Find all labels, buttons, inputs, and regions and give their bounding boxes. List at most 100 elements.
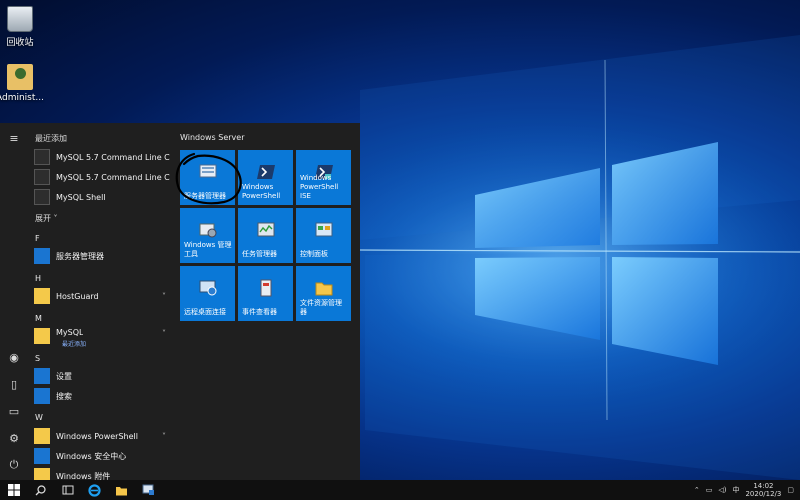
mysql-shell-icon <box>34 189 50 205</box>
list-item-mysql-shell[interactable]: MySQL Shell <box>34 188 170 206</box>
list-item-mysql[interactable]: MySQL 最近添加 ˅ <box>34 326 170 348</box>
chevron-down-icon: ˅ <box>162 431 166 441</box>
mysql-console-icon <box>34 169 50 185</box>
clock-date: 2020/12/3 <box>745 490 782 498</box>
clock-time: 14:02 <box>753 482 774 490</box>
settings-gear-icon <box>34 368 50 384</box>
tile-windows-powershell[interactable]: Windows PowerShell <box>238 150 293 205</box>
folder-icon <box>34 328 50 344</box>
search-icon[interactable] <box>27 480 54 500</box>
file-explorer-icon <box>315 282 332 296</box>
list-item-label: 服务器管理器 <box>56 251 104 261</box>
group-letter-s[interactable]: S <box>35 354 40 363</box>
list-item-mysql-cli[interactable]: MySQL 5.7 Command Line Client <box>34 148 170 166</box>
shield-icon <box>34 448 50 464</box>
list-item-hostguard[interactable]: HostGuard ˅ <box>34 287 170 305</box>
folder-icon <box>34 288 50 304</box>
powershell-icon <box>256 165 275 179</box>
list-item-label: MySQL Shell <box>56 192 106 202</box>
tile-label: Windows 管理工具 <box>184 241 232 258</box>
app-list: 最近添加 MySQL 5.7 Command Line Client MySQL… <box>28 123 170 480</box>
task-manager-icon <box>257 222 274 237</box>
group-letter-w[interactable]: W <box>35 413 43 422</box>
power-icon[interactable]: ⏻ <box>0 453 28 477</box>
system-tray: ⌃ ▭ ◁) 中 14:02 2020/12/3 ▢ <box>694 480 794 500</box>
user-account-icon[interactable]: ◉ <box>0 345 28 369</box>
server-manager-icon <box>199 164 216 178</box>
tile-windows-powershell-ise[interactable]: Windows PowerShell ISE <box>296 150 351 205</box>
start-menu-rail: ≡ ◉ ▯ ▭ ⚙ ⏻ <box>0 123 28 480</box>
server-manager-icon[interactable] <box>135 480 162 500</box>
pictures-icon[interactable]: ▭ <box>0 399 28 423</box>
list-item-label: 搜索 <box>56 391 72 401</box>
list-item-server-manager[interactable]: 服务器管理器 <box>34 247 170 265</box>
list-item-windows-accessories[interactable]: Windows 附件 <box>34 467 170 480</box>
list-item-label: Windows PowerShell <box>56 431 138 441</box>
windows-start-icon[interactable] <box>0 480 27 500</box>
desktop-icon-label: Administ... <box>0 93 44 103</box>
tile-label: 任务管理器 <box>242 250 277 258</box>
list-item-label: MySQL 5.7 Command Line Client... <box>56 172 170 182</box>
tile-admin-tools[interactable]: Windows 管理工具 <box>180 208 235 263</box>
clock[interactable]: 14:02 2020/12/3 <box>745 482 781 498</box>
hamburger-menu-icon[interactable]: ≡ <box>0 126 28 150</box>
list-item-label: MySQL <box>56 328 84 337</box>
tile-label: 文件资源管理器 <box>300 299 342 316</box>
chevron-down-icon: ˅ <box>162 291 166 301</box>
desktop-icon-administrator[interactable]: Administ... <box>0 64 48 103</box>
file-explorer-icon[interactable] <box>108 480 135 500</box>
recently-added-header: 最近添加 <box>35 134 67 143</box>
list-item-label: HostGuard <box>56 291 99 301</box>
task-view-icon[interactable] <box>54 480 81 500</box>
list-item-windows-security[interactable]: Windows 安全中心 <box>34 447 170 465</box>
tile-remote-desktop[interactable]: 远程桌面连接 <box>180 266 235 321</box>
event-viewer-icon <box>260 279 271 297</box>
tile-label: 事件查看器 <box>242 308 277 316</box>
tile-file-explorer[interactable]: 文件资源管理器 <box>296 266 351 321</box>
recently-added-badge: 最近添加 <box>62 341 87 348</box>
list-item-label: Windows 安全中心 <box>56 451 127 461</box>
group-letter-f[interactable]: F <box>35 234 40 243</box>
recycle-bin-icon <box>7 6 33 32</box>
admin-tools-icon <box>199 223 216 238</box>
desktop-icon-label: 回收站 <box>6 38 34 48</box>
tile-event-viewer[interactable]: 事件查看器 <box>238 266 293 321</box>
settings-gear-icon[interactable]: ⚙ <box>0 426 28 450</box>
group-letter-m[interactable]: M <box>35 314 42 323</box>
list-item-mysql-cli-unicode[interactable]: MySQL 5.7 Command Line Client... <box>34 168 170 186</box>
network-icon[interactable]: ▭ <box>706 486 713 494</box>
tile-label: 远程桌面连接 <box>184 308 226 316</box>
list-item-search[interactable]: 搜索 <box>34 387 170 405</box>
list-item-label: Windows 附件 <box>56 471 111 481</box>
list-item-windows-powershell[interactable]: Windows PowerShell ˅ <box>34 427 170 445</box>
notification-icon[interactable]: ▢ <box>787 486 794 494</box>
start-menu: ≡ ◉ ▯ ▭ ⚙ ⏻ 最近添加 MySQL 5.7 Command Line … <box>0 123 360 480</box>
folder-icon <box>34 428 50 444</box>
mysql-console-icon <box>34 149 50 165</box>
internet-explorer-icon[interactable] <box>81 480 108 500</box>
control-panel-icon <box>315 222 332 237</box>
server-manager-icon <box>34 248 50 264</box>
tile-label: 控制面板 <box>300 250 328 258</box>
search-icon <box>34 388 50 404</box>
tile-label: Windows PowerShell ISE <box>300 174 339 200</box>
tiles-group-header[interactable]: Windows Server <box>180 133 245 142</box>
list-item-label: 设置 <box>56 371 72 381</box>
user-folder-icon <box>7 64 33 90</box>
tile-label: Windows PowerShell <box>242 183 281 200</box>
list-item-settings[interactable]: 设置 <box>34 367 170 385</box>
remote-desktop-icon <box>199 280 216 296</box>
chevron-up-icon[interactable]: ⌃ <box>694 486 700 494</box>
expand-button[interactable]: 展开 ˅ <box>35 213 58 224</box>
input-method-indicator[interactable]: 中 <box>732 485 739 495</box>
desktop-icon-recycle-bin[interactable]: 回收站 <box>0 6 48 48</box>
chevron-down-icon: ˅ <box>162 329 166 338</box>
tile-label: 服务器管理器 <box>184 192 226 200</box>
volume-icon[interactable]: ◁) <box>718 486 726 494</box>
documents-icon[interactable]: ▯ <box>0 372 28 396</box>
group-letter-h[interactable]: H <box>35 274 41 283</box>
tile-task-manager[interactable]: 任务管理器 <box>238 208 293 263</box>
taskbar: ⌃ ▭ ◁) 中 14:02 2020/12/3 ▢ <box>0 480 800 500</box>
tile-control-panel[interactable]: 控制面板 <box>296 208 351 263</box>
tile-server-manager[interactable]: 服务器管理器 <box>180 150 235 205</box>
